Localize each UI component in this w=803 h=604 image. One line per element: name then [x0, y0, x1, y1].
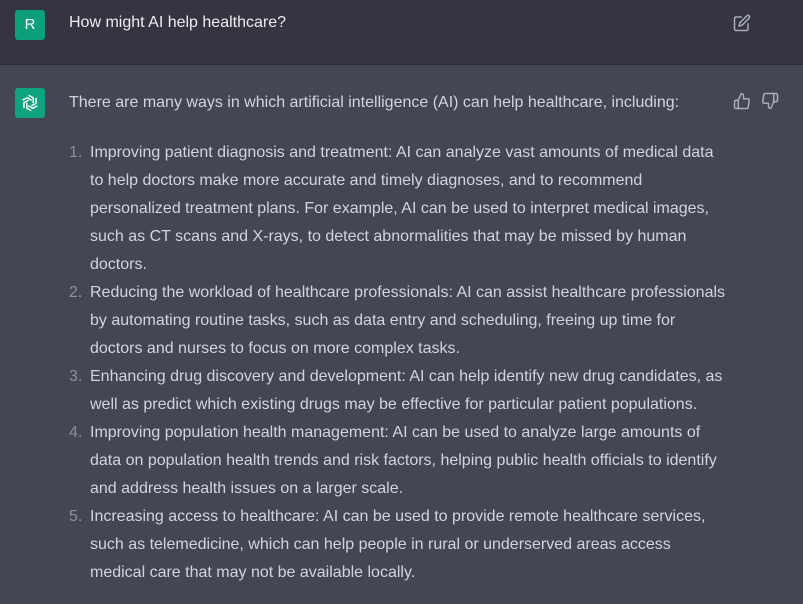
list-item-text: Reducing the workload of healthcare prof…	[90, 284, 726, 357]
user-message-text: How might AI help healthcare?	[69, 14, 287, 31]
list-item: 4. Improving population health managemen…	[69, 419, 729, 503]
assistant-answer-list: 1. Improving patient diagnosis and treat…	[69, 139, 729, 587]
user-avatar: R	[15, 10, 45, 40]
list-item: 1. Improving patient diagnosis and treat…	[69, 139, 729, 279]
list-item-text: Enhancing drug discovery and development…	[90, 368, 723, 413]
list-item: 2. Reducing the workload of healthcare p…	[69, 279, 729, 363]
list-item-number: 3.	[69, 368, 83, 385]
list-item-text: Improving population health management: …	[90, 424, 717, 497]
list-item-text: Increasing access to healthcare: AI can …	[90, 508, 706, 581]
list-item-text: Improving patient diagnosis and treatmen…	[90, 144, 714, 273]
assistant-avatar	[15, 88, 45, 118]
list-item-number: 5.	[69, 508, 83, 525]
list-item-number: 2.	[69, 284, 83, 301]
thumbs-up-icon[interactable]	[733, 92, 751, 110]
list-item: 5. Increasing access to healthcare: AI c…	[69, 503, 729, 587]
edit-icon[interactable]	[733, 14, 751, 32]
user-message-row: R How might AI help healthcare?	[0, 0, 803, 65]
list-item-number: 1.	[69, 144, 83, 161]
openai-logo-icon	[22, 94, 38, 112]
thumbs-down-icon[interactable]	[761, 92, 779, 110]
list-item: 3. Enhancing drug discovery and developm…	[69, 363, 729, 419]
list-item-number: 4.	[69, 424, 83, 441]
assistant-intro-text: There are many ways in which artificial …	[69, 94, 680, 111]
